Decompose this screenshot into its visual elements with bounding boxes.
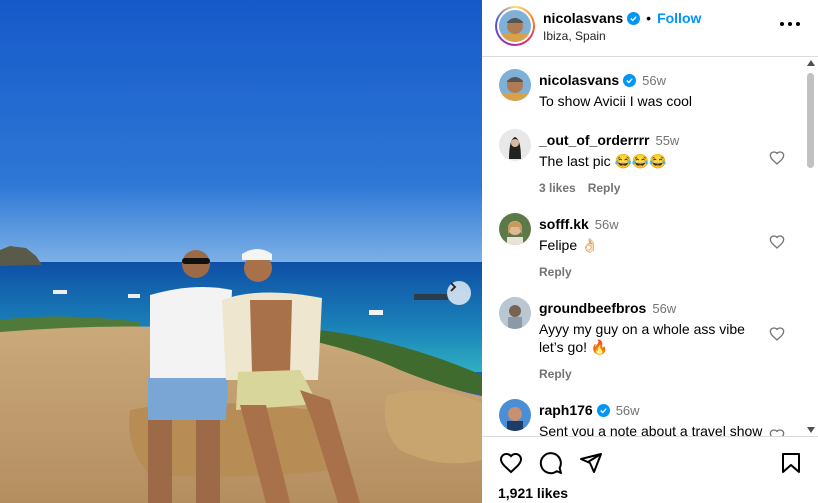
post-location[interactable]: Ibiza, Spain [543,29,606,43]
reply-button[interactable]: Reply [539,265,572,279]
post-photo [0,0,482,503]
comment-text: Sent you a note about a travel show [539,423,763,436]
post-side-panel: nicolasvans • Follow Ibiza, Spain nicola… [482,0,818,503]
post-actions-bar: 1,921 likes [482,436,818,503]
commenter-avatar[interactable] [499,213,531,245]
comment-timestamp[interactable]: 56w [652,301,676,316]
comment-timestamp[interactable]: 55w [655,133,679,148]
author-username[interactable]: nicolasvans [543,10,623,26]
scroll-up-arrow-icon[interactable] [807,60,815,66]
author-avatar-story-ring[interactable] [495,6,535,46]
scrollbar-thumb[interactable] [807,73,814,168]
heart-icon[interactable] [499,451,523,475]
post-header: nicolasvans • Follow Ibiza, Spain [482,0,818,57]
heart-icon[interactable] [769,150,785,166]
reply-button[interactable]: Reply [539,367,572,381]
comment-text: Felipe 👌🏻 [539,237,599,253]
heart-icon[interactable] [769,326,785,342]
comment-username[interactable]: sofff.kk [539,216,589,232]
comment-text: Ayyy my guy on a whole ass vibe let’s go… [539,321,745,355]
commenter-avatar[interactable] [499,399,531,431]
comment-icon[interactable] [539,451,563,475]
heart-icon[interactable] [769,428,785,436]
comments-list[interactable]: nicolasvans 56w To show Avicii I was coo… [482,58,818,436]
bookmark-icon[interactable] [779,451,803,475]
author-avatar[interactable] [499,10,531,42]
reply-button[interactable]: Reply [588,181,621,195]
separator-dot: • [646,10,652,26]
comments-scrollbar[interactable] [804,58,818,436]
comment-username[interactable]: groundbeefbros [539,300,646,316]
likes-count[interactable]: 1,921 likes [498,485,568,501]
more-options-icon[interactable] [780,16,800,32]
verified-badge-icon [627,11,641,25]
scroll-down-arrow-icon[interactable] [807,427,815,433]
commenter-avatar[interactable] [499,297,531,329]
comment-username[interactable]: nicolasvans [539,72,619,88]
comment-timestamp[interactable]: 56w [595,217,619,232]
follow-button[interactable]: Follow [657,10,701,26]
commenter-avatar[interactable] [499,129,531,161]
comment-username[interactable]: _out_of_orderrrr [539,132,649,148]
chevron-right-icon [450,282,457,292]
next-photo-button[interactable] [447,281,471,305]
share-icon[interactable] [579,451,603,475]
heart-icon[interactable] [769,234,785,250]
comment-timestamp[interactable]: 56w [642,73,666,88]
header-user-line: nicolasvans • Follow [543,10,701,26]
beach-photo-illustration [0,0,482,503]
comment-text: The last pic 😂😂😂 [539,153,667,169]
comment-username[interactable]: raph176 [539,402,593,418]
commenter-avatar[interactable] [499,69,531,101]
verified-badge-icon [623,73,637,87]
comment-timestamp[interactable]: 56w [616,403,640,418]
verified-badge-icon [596,403,610,417]
comment-text: To show Avicii I was cool [539,93,693,109]
comment-likes-count[interactable]: 3 likes [539,181,576,195]
